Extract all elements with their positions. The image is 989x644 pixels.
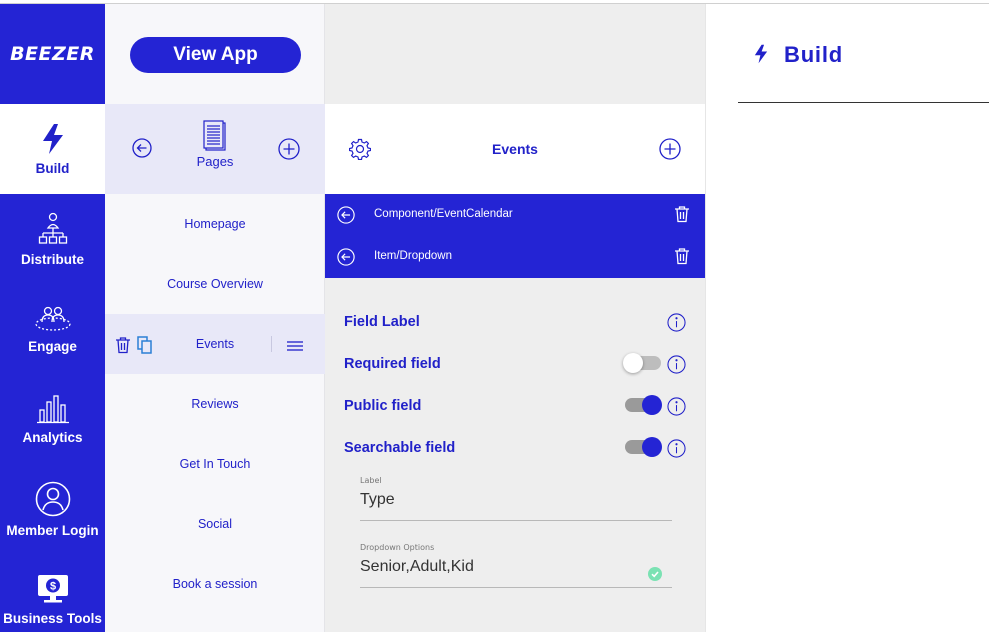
document-icon bbox=[203, 120, 226, 151]
label-caption: Label bbox=[360, 476, 382, 485]
nav-label: Engage bbox=[28, 338, 77, 354]
nav-label: Business Tools bbox=[3, 610, 102, 626]
editor-title: Events bbox=[492, 141, 538, 157]
required-field-row: Required field bbox=[344, 353, 689, 377]
public-field-label: Public field bbox=[344, 398, 422, 414]
required-toggle[interactable] bbox=[623, 353, 661, 373]
dollar-monitor-icon: $ bbox=[37, 574, 68, 602]
toggle-knob bbox=[642, 437, 662, 457]
nav-label: Member Login bbox=[6, 522, 99, 538]
gear-icon[interactable] bbox=[348, 138, 372, 165]
page-item-label: Get In Touch bbox=[179, 457, 251, 471]
field-label-row: Field Label bbox=[344, 311, 689, 335]
preview-panel: Build bbox=[705, 4, 989, 632]
check-icon bbox=[648, 567, 662, 581]
user-circle-icon bbox=[35, 481, 70, 516]
nav-label: Analytics bbox=[22, 429, 83, 445]
info-icon[interactable] bbox=[667, 397, 686, 421]
info-icon[interactable] bbox=[667, 355, 686, 379]
page-item[interactable]: Social bbox=[105, 494, 325, 554]
trash-icon[interactable] bbox=[674, 205, 690, 226]
info-icon[interactable] bbox=[667, 439, 686, 463]
breadcrumb: Component/EventCalendar Item/Dropdown bbox=[325, 194, 705, 278]
divider bbox=[738, 102, 989, 103]
svg-text:$: $ bbox=[49, 580, 55, 592]
back-arrow-icon[interactable] bbox=[337, 206, 355, 227]
nav-label: Distribute bbox=[20, 251, 84, 267]
breadcrumb-label: Item/Dropdown bbox=[374, 250, 452, 262]
page-item-label: Book a session bbox=[172, 577, 258, 591]
page-item[interactable]: Book a session bbox=[105, 554, 325, 614]
nav-item-business-tools[interactable]: $ Business Tools bbox=[0, 554, 105, 644]
public-field-row: Public field bbox=[344, 395, 689, 419]
add-item-icon[interactable] bbox=[659, 138, 681, 165]
dropdown-options-input[interactable]: Senior,Adult,Kid bbox=[360, 558, 672, 588]
beezer-logo[interactable]: BEEZER bbox=[0, 4, 105, 104]
page-item-label: Social bbox=[197, 517, 233, 531]
page-item-label: Course Overview bbox=[167, 277, 263, 291]
searchable-field-row: Searchable field bbox=[344, 437, 689, 461]
pages-title: Pages bbox=[175, 120, 255, 169]
drag-handle-icon[interactable] bbox=[287, 340, 303, 354]
required-field-label: Required field bbox=[344, 356, 441, 372]
breadcrumb-label: Component/EventCalendar bbox=[374, 208, 513, 220]
page-item[interactable]: Homepage bbox=[105, 194, 325, 254]
back-arrow-icon[interactable] bbox=[132, 138, 152, 163]
nav-item-build[interactable]: Build bbox=[0, 104, 105, 194]
nav-item-distribute[interactable]: Distribute bbox=[0, 194, 105, 284]
back-arrow-icon[interactable] bbox=[337, 248, 355, 269]
view-app-button[interactable]: View App bbox=[130, 37, 301, 73]
nav-label: Build bbox=[35, 160, 70, 176]
searchable-toggle[interactable] bbox=[625, 437, 662, 457]
copy-icon[interactable] bbox=[137, 336, 153, 357]
page-item[interactable]: Get In Touch bbox=[105, 434, 325, 494]
preview-title: Build bbox=[784, 42, 843, 67]
nav-item-member-login[interactable]: Member Login bbox=[0, 464, 105, 554]
trash-icon[interactable] bbox=[674, 247, 690, 268]
field-label-title: Field Label bbox=[344, 314, 420, 330]
nav-item-analytics[interactable]: Analytics bbox=[0, 374, 105, 464]
info-icon[interactable] bbox=[667, 313, 686, 337]
people-icon bbox=[34, 306, 71, 331]
editor-panel: Events Component/EventCalendar Item/Drop… bbox=[325, 4, 705, 632]
row-tools bbox=[115, 336, 153, 357]
pages-panel: View App Pages Homepage Course Overview … bbox=[105, 4, 325, 632]
bolt-icon bbox=[42, 123, 63, 154]
pages-label: Pages bbox=[196, 154, 234, 169]
add-page-icon[interactable] bbox=[278, 138, 300, 165]
public-toggle[interactable] bbox=[625, 395, 662, 415]
dropdown-options-field: Dropdown Options Senior,Adult,Kid bbox=[360, 543, 672, 588]
main-nav: BEEZER Build Distribute Engage Analytics bbox=[0, 4, 105, 632]
bar-chart-icon bbox=[36, 394, 69, 423]
page-item[interactable]: Course Overview bbox=[105, 254, 325, 314]
divider bbox=[271, 336, 272, 352]
trash-icon[interactable] bbox=[115, 336, 131, 357]
page-item-label: Homepage bbox=[184, 217, 246, 231]
page-item-label: Events bbox=[195, 337, 235, 351]
breadcrumb-item[interactable]: Component/EventCalendar bbox=[325, 194, 705, 236]
org-chart-icon bbox=[38, 212, 67, 244]
page-item-label: Reviews bbox=[191, 397, 239, 411]
dropdown-options-caption: Dropdown Options bbox=[360, 543, 435, 552]
breadcrumb-item[interactable]: Item/Dropdown bbox=[325, 236, 705, 278]
page-item-selected[interactable]: Events bbox=[105, 314, 325, 374]
page-item[interactable]: Reviews bbox=[105, 374, 325, 434]
editor-header: Events bbox=[325, 104, 705, 194]
pages-header: Pages bbox=[105, 104, 325, 194]
toggle-knob bbox=[642, 395, 662, 415]
label-field: Label Type bbox=[360, 476, 672, 521]
label-input[interactable]: Type bbox=[360, 491, 672, 521]
nav-item-engage[interactable]: Engage bbox=[0, 284, 105, 374]
bolt-icon bbox=[753, 44, 769, 69]
toggle-knob bbox=[623, 353, 643, 373]
searchable-field-label: Searchable field bbox=[344, 440, 456, 456]
